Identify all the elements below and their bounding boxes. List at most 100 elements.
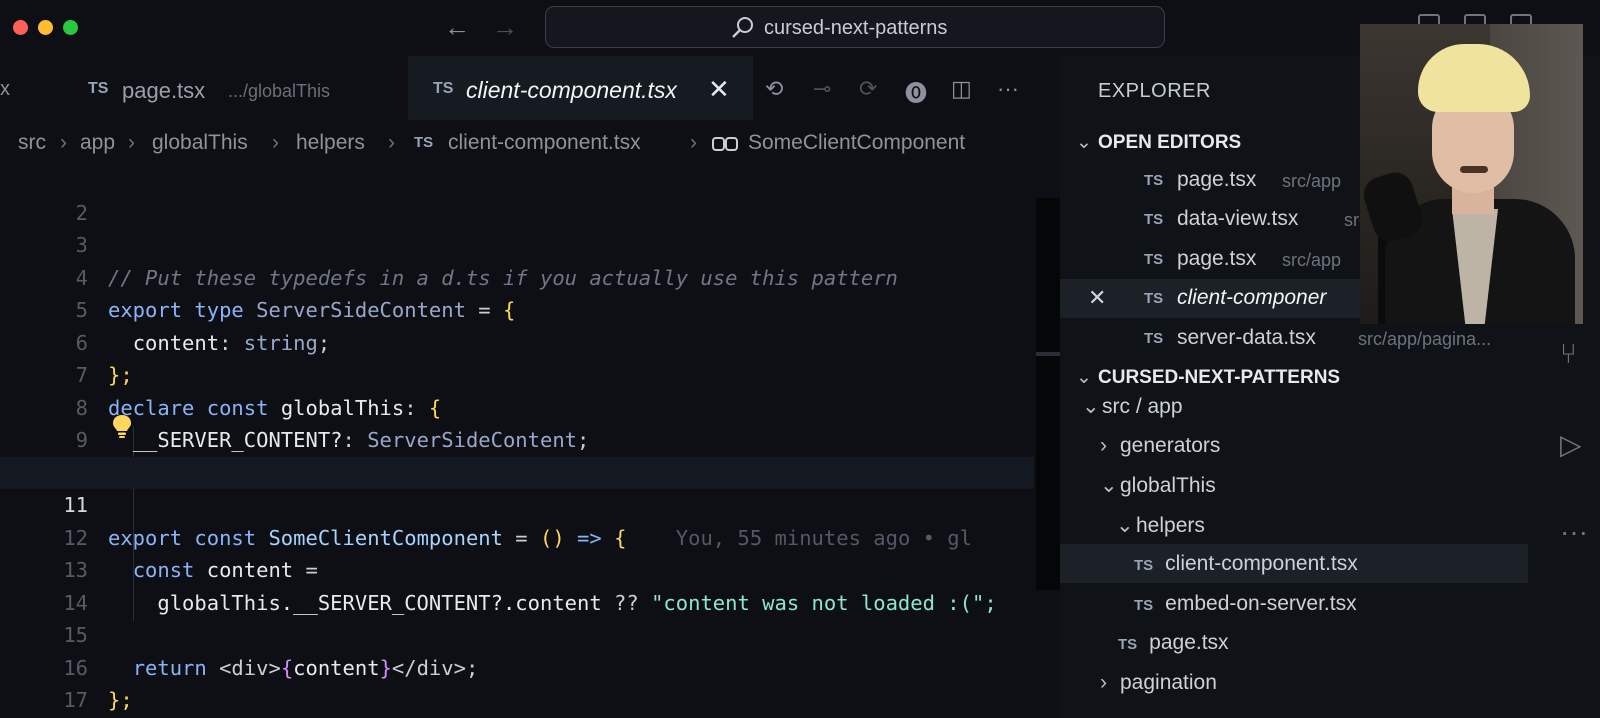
code-line-active[interactable]: 11 export const SomeClientComponent = ()… xyxy=(0,456,1034,550)
minimap[interactable] xyxy=(1036,198,1060,590)
breadcrumb-item[interactable]: app xyxy=(80,131,115,155)
more-actions-icon[interactable]: ··· xyxy=(997,76,1019,102)
code-editor[interactable]: 2 3 // Put these typedefs in a d.ts if y… xyxy=(0,168,1060,718)
editor-tab-bar: x TS page.tsx .../globalThis TS client-c… xyxy=(0,56,1060,120)
chevron-right-icon: › xyxy=(1100,671,1107,694)
chevron-right-icon: › xyxy=(690,131,697,154)
close-window-button[interactable] xyxy=(13,20,28,35)
chevron-down-icon: ⌄ xyxy=(1076,367,1092,388)
code-line[interactable]: 16 }; xyxy=(0,619,1034,713)
typescript-file-icon: TS xyxy=(1118,636,1138,653)
chevron-down-icon: ⌄ xyxy=(1116,514,1134,537)
back-arrow-icon[interactable]: ← xyxy=(444,13,470,41)
code-line[interactable]: 4 export type ServerSideContent = { xyxy=(0,229,1034,323)
git-compare-icon[interactable]: ⓿ xyxy=(905,76,927,108)
search-icon xyxy=(732,17,753,38)
tree-file-page[interactable]: TS page.tsx xyxy=(1118,631,1229,670)
close-tab-icon[interactable]: ✕ xyxy=(708,74,730,105)
code-line[interactable]: 6 }; xyxy=(0,294,1034,388)
file-name: data-view.tsx xyxy=(1177,207,1299,230)
typescript-file-icon: TS xyxy=(433,80,454,97)
go-back-change-icon[interactable]: ⟲ xyxy=(765,76,783,102)
tab-label: client-component.tsx xyxy=(466,77,677,103)
typescript-file-icon: TS xyxy=(1134,597,1154,614)
file-name: page.tsx xyxy=(1177,168,1257,191)
tree-file-client-component[interactable]: TS client-component.tsx xyxy=(1060,544,1528,583)
forward-arrow-icon[interactable]: → xyxy=(492,13,518,41)
tab-page-tsx[interactable]: TS page.tsx .../globalThis xyxy=(88,56,408,120)
code-line[interactable]: 7 declare const globalThis: { xyxy=(0,327,1034,420)
file-name: server-data.tsx xyxy=(1177,326,1316,349)
tree-folder-src-app[interactable]: ⌄ src / app xyxy=(1082,394,1183,433)
typescript-file-icon: TS xyxy=(1144,172,1164,189)
tree-label: globalThis xyxy=(1120,474,1216,497)
search-text: cursed-next-patterns xyxy=(764,17,948,39)
tree-label: pagination xyxy=(1120,671,1217,694)
tree-label: helpers xyxy=(1136,514,1205,537)
breadcrumb-item[interactable]: SomeClientComponent xyxy=(748,131,965,155)
typescript-file-icon: TS xyxy=(1144,290,1164,307)
chevron-right-icon: › xyxy=(388,131,395,154)
tree-file-embed-on-server[interactable]: TS embed-on-server.tsx xyxy=(1134,592,1357,631)
code-line[interactable]: 2 xyxy=(0,164,1034,225)
code-line[interactable]: 12 const content = xyxy=(0,489,1034,583)
minimap-slider[interactable] xyxy=(1036,352,1060,356)
tab-path: .../globalThis xyxy=(228,81,331,101)
code-line[interactable]: 5 content: string; xyxy=(0,262,1034,355)
chevron-right-icon: › xyxy=(1100,434,1107,457)
code-line[interactable]: 17 xyxy=(0,652,1034,712)
open-editor-item[interactable]: TS server-data.tsx src/app/pagina... xyxy=(1060,319,1530,358)
tab-label: page.tsx xyxy=(122,78,206,103)
tree-folder-generators[interactable]: › generators xyxy=(1100,434,1220,473)
section-label: OPEN EDITORS xyxy=(1098,132,1242,153)
minimize-window-button[interactable] xyxy=(38,20,53,35)
code-line[interactable]: 13 globalThis.__SERVER_CONTENT?.content … xyxy=(0,522,1034,615)
close-tab-icon[interactable]: x xyxy=(0,78,10,101)
breadcrumb-item[interactable]: globalThis xyxy=(152,131,248,155)
run-debug-icon[interactable]: ▷ xyxy=(1560,428,1582,461)
section-label: CURSED-NEXT-PATTERNS xyxy=(1098,367,1341,388)
typescript-file-icon: TS xyxy=(414,134,434,151)
breadcrumb-item[interactable]: src xyxy=(18,131,46,155)
typescript-file-icon: TS xyxy=(1144,211,1164,228)
tree-folder-globalthis[interactable]: ⌄ globalThis xyxy=(1100,473,1216,512)
lightbulb-icon[interactable] xyxy=(112,414,132,438)
code-line[interactable]: 8 __SERVER_CONTENT?: ServerSideContent; xyxy=(0,359,1034,453)
bracket: }; xyxy=(108,688,133,712)
breadcrumb-item[interactable]: helpers xyxy=(296,131,365,155)
chevron-right-icon: › xyxy=(272,131,279,154)
split-editor-icon[interactable]: ◫ xyxy=(951,76,972,102)
typescript-file-icon: TS xyxy=(1144,251,1164,268)
source-control-icon[interactable]: ⑂ xyxy=(1560,338,1577,370)
line-number: 17 xyxy=(63,688,88,712)
close-editor-icon[interactable]: ✕ xyxy=(1088,285,1106,311)
go-forward-change-icon[interactable]: ⟳ xyxy=(859,76,877,102)
command-center-search[interactable]: cursed-next-patterns xyxy=(545,6,1165,48)
zoom-window-button[interactable] xyxy=(63,20,78,35)
more-views-icon[interactable]: ··· xyxy=(1560,516,1588,548)
commit-dot-icon[interactable]: ⊸ xyxy=(813,76,831,102)
project-header[interactable]: ⌄ CURSED-NEXT-PATTERNS xyxy=(1076,366,1340,389)
webcam-overlay xyxy=(1360,24,1583,324)
file-name: client-componer xyxy=(1177,286,1327,309)
explorer-title: EXPLORER xyxy=(1098,80,1211,102)
file-path: src/app/pagina... xyxy=(1358,329,1492,349)
code-line[interactable]: 14 xyxy=(0,554,1034,615)
typescript-file-icon: TS xyxy=(1144,330,1164,347)
code-line[interactable]: 3 // Put these typedefs in a d.ts if you… xyxy=(0,197,1034,290)
open-editors-header[interactable]: ⌄ OPEN EDITORS xyxy=(1076,131,1241,154)
breadcrumb: src › app › globalThis › helpers › TS cl… xyxy=(0,120,1060,168)
file-path: src/app xyxy=(1282,171,1342,191)
tree-label: client-component.tsx xyxy=(1165,552,1358,575)
tree-label: generators xyxy=(1120,434,1221,457)
tab-client-component-tsx[interactable]: TS client-component.tsx ✕ xyxy=(408,56,753,120)
chevron-down-icon: ⌄ xyxy=(1076,132,1092,153)
tree-folder-pagination[interactable]: › pagination xyxy=(1100,671,1217,710)
code-line[interactable]: 15 return <div>{content}</div>; xyxy=(0,587,1034,680)
code-line[interactable]: 9 }; xyxy=(0,392,1034,485)
breadcrumb-item[interactable]: client-component.tsx xyxy=(448,131,641,155)
chevron-down-icon: ⌄ xyxy=(1100,474,1118,497)
code-line[interactable]: 10 xyxy=(0,424,1034,485)
symbol-variable-icon xyxy=(712,137,738,151)
typescript-file-icon: TS xyxy=(1134,557,1154,574)
